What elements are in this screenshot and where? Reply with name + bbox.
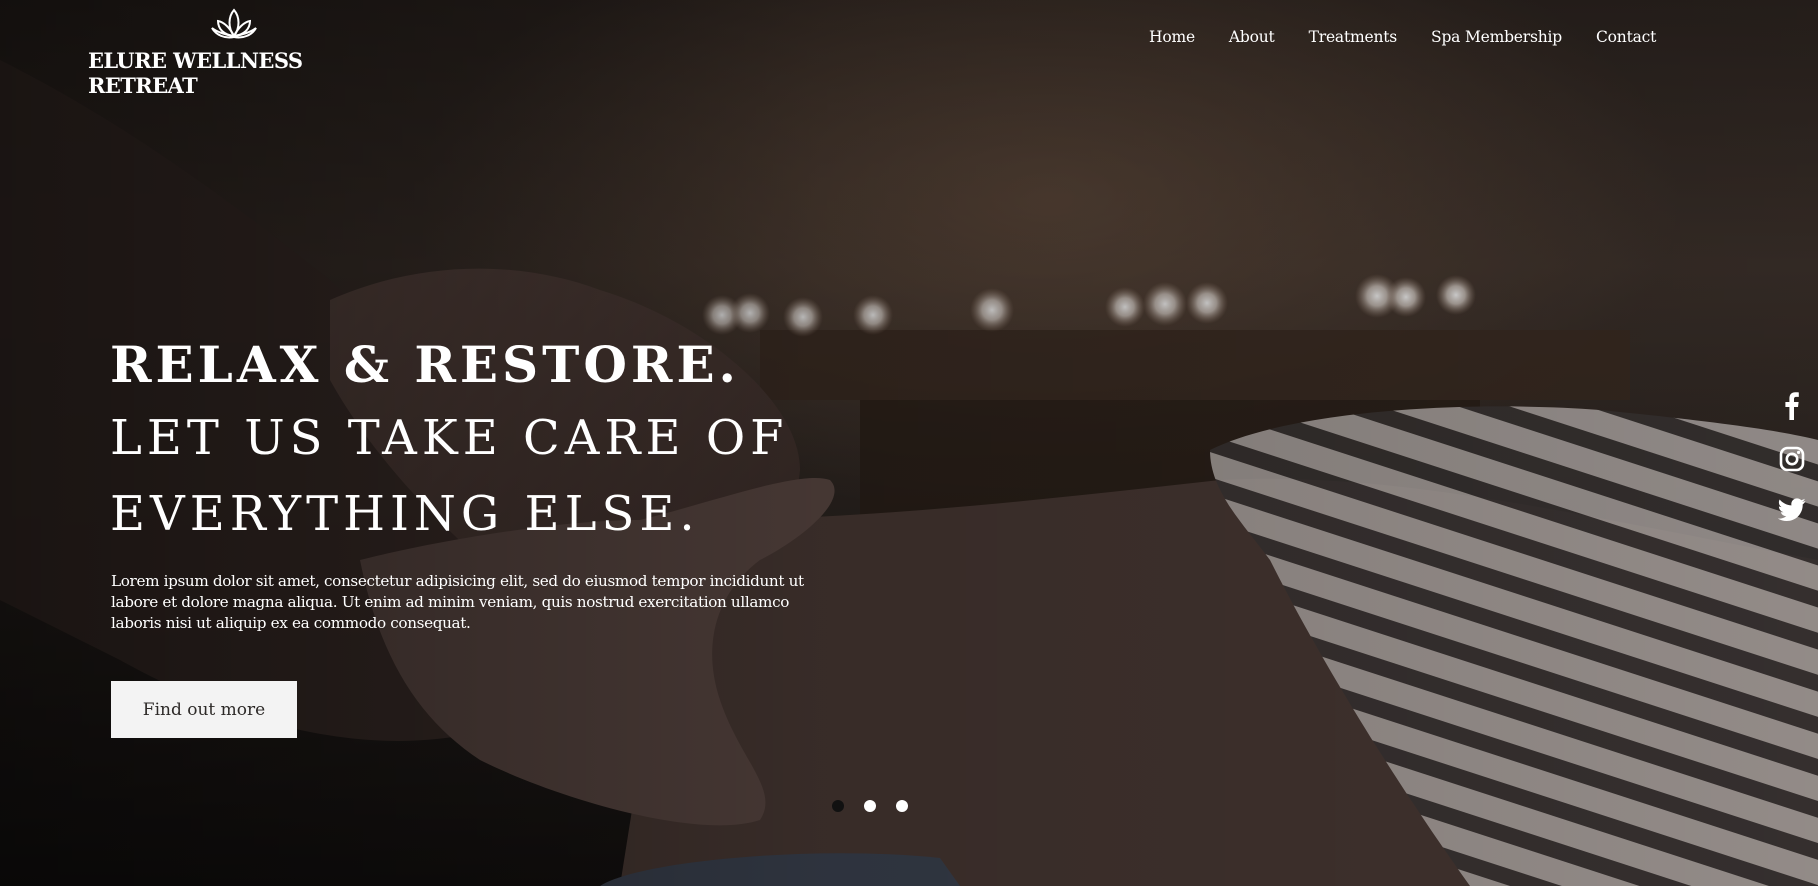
find-out-more-button[interactable]: Find out more (111, 681, 297, 738)
slider-dot-2[interactable] (864, 800, 876, 812)
social-links (1777, 392, 1806, 526)
main-nav: Home About Treatments Spa Membership Con… (1149, 28, 1690, 46)
brand-logo[interactable]: ELURE WELLNESS RETREAT (88, 6, 408, 98)
brand-name: ELURE WELLNESS RETREAT (88, 48, 303, 98)
nav-item-about[interactable]: About (1229, 28, 1275, 46)
headline-line-3: EVERYTHING ELSE. (110, 486, 700, 542)
hero-headline: RELAX & RESTORE. LET US TAKE CARE OF EVE… (110, 330, 788, 552)
nav-item-spa-membership[interactable]: Spa Membership (1431, 28, 1562, 46)
lotus-icon (211, 8, 257, 39)
nav-item-home[interactable]: Home (1149, 28, 1195, 46)
hero-body-text: Lorem ipsum dolor sit amet, consectetur … (111, 572, 804, 632)
headline-line-2: LET US TAKE CARE OF (110, 410, 789, 466)
twitter-icon[interactable] (1777, 498, 1806, 526)
slider-dots (832, 800, 908, 812)
nav-item-contact[interactable]: Contact (1596, 28, 1656, 46)
facebook-icon[interactable] (1785, 392, 1799, 424)
slider-dot-3[interactable] (896, 800, 908, 812)
headline-line-1: RELAX & RESTORE. (110, 335, 740, 394)
slider-dot-1[interactable] (832, 800, 844, 812)
nav-item-treatments[interactable]: Treatments (1309, 28, 1398, 46)
hero-section: ELURE WELLNESS RETREAT Home About Treatm… (0, 0, 1818, 886)
instagram-icon[interactable] (1779, 446, 1805, 476)
